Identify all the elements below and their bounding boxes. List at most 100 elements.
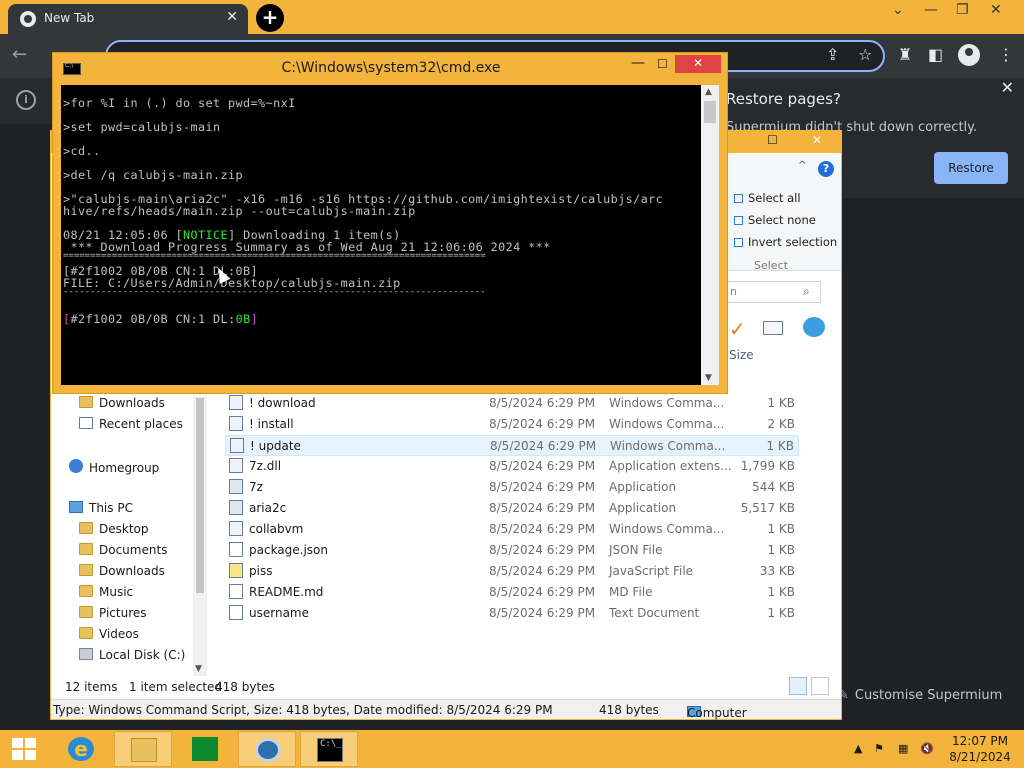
nav-scroll-thumb[interactable] [196,398,204,593]
invert-selection-button[interactable]: Invert selection [734,235,837,249]
minimize-icon[interactable]: — [631,55,645,71]
nav-homegroup[interactable]: Homegroup [69,459,159,475]
customise-button[interactable]: ✎ Customise Supermium [838,682,1018,710]
ribbon-collapse-icon[interactable]: ^ [798,160,806,171]
tray-chevron-up-icon[interactable]: ▲ [854,742,862,755]
tab-new-tab[interactable]: New Tab ✕ [8,4,248,34]
extensions-icon[interactable]: ♜ [898,45,912,64]
nav-label: Music [99,585,134,599]
file-row[interactable]: collabvm 8/5/2024 6:29 PM Windows Comma...… [225,519,799,540]
close-window-icon[interactable]: ✕ [990,2,1002,18]
restore-button[interactable]: Restore [934,152,1008,184]
select-all-button[interactable]: Select all [734,191,801,205]
explorer-close-button[interactable]: ✕ [795,131,839,151]
taskbar-internet-explorer[interactable]: e [52,731,110,767]
window-preview-icon[interactable] [763,321,783,335]
console-scroll-thumb[interactable] [704,101,716,123]
chevron-down-icon[interactable]: ▼ [195,664,202,674]
help-icon[interactable]: ? [818,161,834,177]
file-name: 7z [249,480,263,494]
file-row[interactable]: 7z.dll 8/5/2024 6:29 PM Application extens… [225,456,799,477]
nav-label: Videos [99,627,139,641]
restore-title: Restore pages? [726,90,841,108]
network-icon[interactable]: ▦ [898,742,908,755]
file-row[interactable]: aria2c 8/5/2024 6:29 PM Application 5,517 K… [225,498,799,519]
selection-count: 1 item selected [129,680,223,694]
console-output[interactable]: >for %I in (.) do set pwd=%~nxI >set pwd… [61,85,701,385]
volume-muted-icon[interactable]: 🔇 [920,742,934,755]
restore-window-icon[interactable]: ❐ [956,2,969,18]
windows-start-icon[interactable] [12,738,36,760]
file-name: ! install [249,417,294,431]
share-icon[interactable]: ⇪ [826,45,839,64]
bookmark-star-icon[interactable]: ☆ [858,45,872,64]
file-row[interactable]: ! download 8/5/2024 6:29 PM Windows Comma.… [225,393,799,414]
taskbar-file-explorer[interactable] [114,731,172,767]
nav-label: Local Disk (C:) [99,648,186,662]
folder-icon [79,543,93,555]
side-panel-icon[interactable]: ◧ [928,45,943,64]
profile-avatar[interactable] [958,44,980,66]
minimize-icon[interactable]: — [924,2,938,18]
file-row[interactable]: README.md 8/5/2024 6:29 PM MD File 1 KB [225,582,799,603]
nav-local-disk[interactable]: Local Disk (C:) [79,648,185,662]
nav-downloads-quick[interactable]: Downloads [79,396,165,410]
console-scrollbar[interactable]: ▲ ▼ [701,85,719,385]
nav-label: Desktop [99,522,149,536]
taskbar-cmd[interactable]: C:\_ [300,731,358,767]
system-clock[interactable]: 12:07 PM 8/21/2024 [940,733,1020,765]
maximize-icon[interactable]: ☐ [657,57,668,71]
file-row[interactable]: username 8/5/2024 6:29 PM Text Document 1 K… [225,603,799,624]
large-icons-view-icon[interactable] [811,677,829,695]
tab-title: New Tab [44,11,95,25]
file-name: aria2c [249,501,287,515]
file-row[interactable]: 7z 8/5/2024 6:29 PM Application 544 KB [225,477,799,498]
checkmark-icon[interactable]: ✓ [729,317,746,341]
select-none-button[interactable]: Select none [734,213,816,227]
flag-icon[interactable]: ⚑ [874,742,884,755]
menu-dots-icon[interactable]: ⋮ [998,45,1014,64]
nav-music[interactable]: Music [79,585,133,599]
nav-videos[interactable]: Videos [79,627,139,641]
chevron-up-icon[interactable]: ▲ [705,87,712,97]
shell-icon[interactable] [803,317,825,337]
nav-desktop[interactable]: Desktop [79,522,149,536]
nav-downloads[interactable]: Downloads [79,564,165,578]
file-size: 1 KB [767,606,795,620]
info-icon: i [16,90,36,110]
close-tab-icon[interactable]: ✕ [226,9,238,25]
taskbar-store[interactable] [176,731,234,767]
nav-pictures[interactable]: Pictures [79,606,147,620]
back-arrow-icon[interactable]: ← [12,44,27,65]
file-row[interactable]: piss 8/5/2024 6:29 PM JavaScript File 33 KB [225,561,799,582]
file-type: Windows Comma... [609,522,725,536]
chevron-down-icon[interactable]: ▼ [705,373,712,383]
new-tab-button[interactable]: + [256,4,284,32]
progress-bracket: ] [250,312,259,326]
taskbar: e C:\_ ▲ ⚑ ▦ 🔇 12:07 PM 8/21/2024 [0,730,1024,768]
cmd-close-button[interactable]: ✕ [675,55,721,73]
tab-strip: New Tab ✕ + ⌄ — ❐ ✕ [0,0,1024,34]
location-label: Computer [687,706,747,720]
close-bubble-icon[interactable]: ✕ [1001,78,1014,97]
maximize-icon[interactable]: ☐ [767,133,778,147]
folder-icon [79,585,93,597]
nav-documents[interactable]: Documents [79,543,167,557]
file-row[interactable]: ! install 8/5/2024 6:29 PM Windows Comma..… [225,414,799,435]
file-size: 1 KB [767,396,795,410]
nav-this-pc[interactable]: This PC [69,501,133,515]
start-pane [12,750,23,760]
nav-scrollbar[interactable]: ▼ [193,396,207,676]
file-row[interactable]: package.json 8/5/2024 6:29 PM JSON File 1 K… [225,540,799,561]
size-column-header[interactable]: Size [729,348,754,362]
search-icon[interactable]: ⌕ [803,284,810,299]
file-row-selected[interactable]: ! update 8/5/2024 6:29 PM Windows Comma...… [225,435,799,456]
nav-recent-places[interactable]: Recent places [79,417,183,431]
console-line: hive/refs/heads/main.zip --out=calubjs-m… [63,204,416,218]
taskbar-supermium[interactable] [238,731,296,767]
details-view-icon[interactable] [789,677,807,695]
file-size: 1 KB [767,522,795,536]
quick-access-icons: ✓ [727,315,837,341]
browser-icon [255,738,281,762]
chevron-down-icon[interactable]: ⌄ [892,2,904,18]
